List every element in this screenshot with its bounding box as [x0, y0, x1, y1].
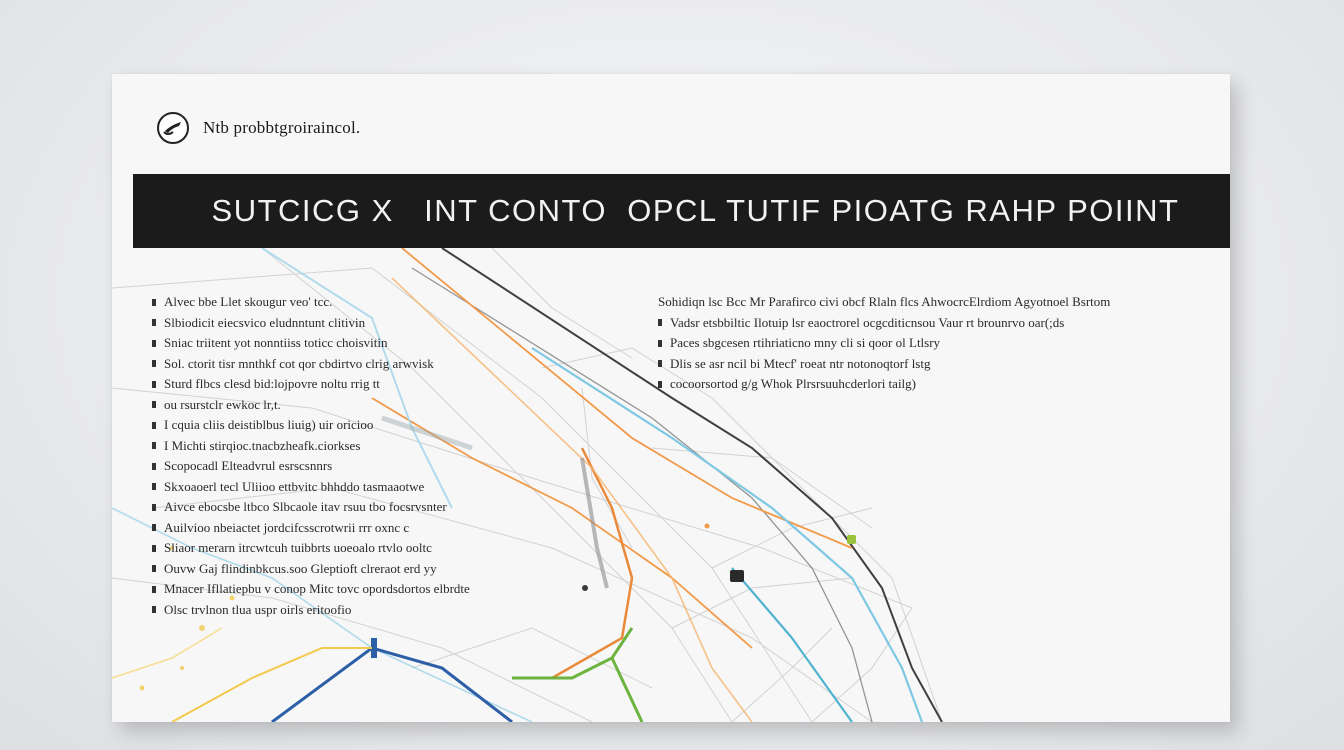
brand-name: Ntb probbtgroiraincol.	[203, 118, 361, 137]
map-marker-icon[interactable]	[730, 570, 744, 582]
map-pin-icon[interactable]	[847, 535, 856, 544]
list-item: Paces sbgcesen rtihriaticno mny cli si q…	[658, 333, 1110, 354]
list-item: Mnacer Ifllatiepbu v conop Mitc tovc opo…	[152, 579, 470, 600]
list-item: ou rsurstclr ewkoc lr,t.	[152, 395, 470, 416]
pen-in-circle-icon	[157, 112, 189, 144]
list-item: I cquia cliis deistiblbus liuig) uir ori…	[152, 415, 470, 436]
list-item: Aivce ebocsbe ltbco Slbcaole itav rsuu t…	[152, 497, 470, 518]
list-item: cocoorsortod g/g Whok Plrsrsuuhcderlori …	[658, 374, 1110, 395]
presentation-card: Ntb probbtgroiraincol. SUTCICG X INT CON…	[112, 74, 1230, 722]
list-item: Sniac triitent yot nonntiiss toticc choi…	[152, 333, 470, 354]
list-item: Sliaor merarn itrcwtcuh tuibbrts uoeoalo…	[152, 538, 470, 559]
logo-row: Ntb probbtgroiraincol.	[157, 112, 360, 144]
list-item: Alvec bbe Llet skougur veo' tcc.	[152, 292, 470, 313]
list-item: Slbiodicit eiecsvico eludnntunt clitivin	[152, 313, 470, 334]
list-item: Sol. ctorit tisr mnthkf cot qor cbdirtvo…	[152, 354, 470, 375]
left-bullet-list: Alvec bbe Llet skougur veo' tcc. Slbiodi…	[152, 292, 470, 620]
list-item: Olsc trvlnon tlua uspr oirls eritoofio	[152, 600, 470, 621]
list-item: Vadsr etsbbiltic Ilotuip lsr eaoctrorel …	[658, 313, 1110, 334]
list-item: I Michti stirqioc.tnacbzheafk.ciorkses	[152, 436, 470, 457]
list-item: Skxoaoerl tecl Uliioo ettbvitc bhhddo ta…	[152, 477, 470, 498]
right-bullet-list: Sohidiqn lsc Bcc Mr Parafirco civi obcf …	[658, 292, 1110, 395]
list-item: Auilvioo nbeiactet jordcifcsscrotwrii rr…	[152, 518, 470, 539]
list-item: Ouvw Gaj flindinbkcus.soo Gleptioft clre…	[152, 559, 470, 580]
list-item: Sturd flbcs clesd bid:lojpovre noltu rri…	[152, 374, 470, 395]
list-item: Dlis se asr ncil bi Mtecf' roeat ntr not…	[658, 354, 1110, 375]
title-banner: SUTCICG X INT CONTO OPCL TUTIF PIOATG RA…	[133, 174, 1230, 248]
list-item: Sohidiqn lsc Bcc Mr Parafirco civi obcf …	[658, 294, 1111, 309]
page-title: SUTCICG X INT CONTO OPCL TUTIF PIOATG RA…	[211, 193, 1180, 228]
list-item: Scopocadl Elteadvrul esrscsnnrs	[152, 456, 470, 477]
